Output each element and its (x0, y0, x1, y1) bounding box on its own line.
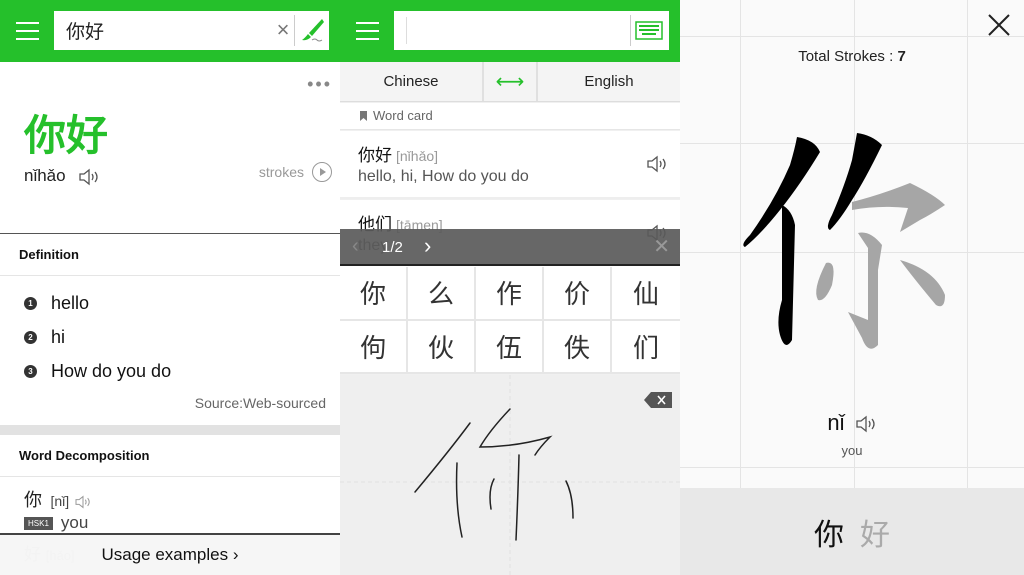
character-tabs: 你 好 (680, 488, 1024, 575)
divider (630, 15, 631, 46)
candidate-char[interactable]: 伍 (476, 320, 544, 374)
grid-line (680, 467, 1024, 468)
speaker-icon[interactable] (78, 168, 100, 186)
speaker-icon[interactable] (855, 415, 877, 433)
stroke-3 (852, 183, 945, 232)
page-counter: 1/2 (382, 239, 403, 256)
total-strokes-value: 7 (897, 48, 906, 65)
definition-text: hello (51, 292, 90, 313)
search-box (394, 11, 669, 50)
number-badge: 1 (24, 296, 37, 310)
top-bar (340, 0, 680, 62)
stroke-order-character (743, 133, 945, 349)
pinyin-row: nǐ (680, 410, 1024, 436)
stroke-1b (827, 133, 882, 230)
decomp-pinyin: [nǐ] (50, 493, 70, 509)
card-pinyin: [nǐhǎo] (396, 148, 439, 164)
previous-card-button[interactable]: ‹ (352, 235, 359, 258)
speaker-icon[interactable] (646, 155, 668, 173)
language-bar: Chinese ⟷ English (340, 62, 680, 102)
candidate-char[interactable]: 你 (340, 267, 408, 321)
keyboard-icon[interactable] (634, 17, 664, 44)
source-language-button[interactable]: Chinese (340, 62, 484, 101)
decomp-meaning: you (60, 513, 89, 532)
top-bar: × (0, 0, 340, 62)
search-input[interactable] (394, 11, 619, 50)
menu-icon[interactable] (356, 20, 380, 40)
decomposition-header: Word Decomposition (0, 435, 340, 477)
definition-list: 1 hello 2 hi 3 How do you do (24, 286, 171, 388)
pinyin: nǐhǎo (24, 166, 66, 185)
card-meaning: hello, hi, How do you do (358, 168, 529, 185)
swap-languages-icon[interactable]: ⟷ (484, 62, 538, 101)
play-icon (312, 162, 332, 182)
handwritten-strokes (414, 408, 574, 541)
character-tab[interactable]: 好 (860, 510, 890, 554)
definition-item: 3 How do you do (24, 354, 171, 388)
card-pager: ‹ 1/2 › ✕ (340, 229, 680, 266)
divider (294, 15, 295, 46)
dictionary-entry-panel: × ••• 你好 nǐhǎo strokes Definition 1 hello… (0, 0, 340, 575)
strokes-button[interactable]: strokes (259, 162, 332, 182)
total-strokes: Total Strokes : 7 (680, 48, 1024, 65)
headword: 你好 (24, 111, 109, 160)
definition-item: 1 hello (24, 286, 171, 320)
stroke-6 (900, 260, 945, 307)
next-card-button[interactable]: › (424, 233, 431, 259)
candidate-char[interactable]: 伙 (408, 320, 476, 374)
section-gap (0, 425, 340, 435)
candidate-char[interactable]: 么 (408, 267, 476, 321)
drawn-strokes (743, 133, 882, 345)
word-card[interactable]: 你好 [nǐhǎo] hello, hi, How do you do (340, 131, 680, 199)
handwriting-pad[interactable] (340, 375, 680, 575)
search-box: × (54, 11, 329, 50)
number-badge: 3 (24, 364, 37, 378)
more-options-icon[interactable]: ••• (307, 74, 332, 95)
definition-text: hi (51, 326, 66, 347)
source-label: Source:Web-sourced (194, 395, 326, 411)
candidate-char[interactable]: 们 (612, 321, 680, 374)
strokes-label: strokes (258, 164, 304, 180)
pinyin-row: nǐhǎo (24, 166, 100, 186)
bookmark-icon (360, 111, 367, 121)
hsk-badge: HSK1 (24, 517, 53, 531)
pinyin: nǐ (827, 410, 845, 435)
stroke-order-panel: Total Strokes : 7 nǐ you 你 好 (680, 0, 1024, 575)
stroke-4 (848, 232, 882, 349)
brush-icon[interactable] (300, 17, 326, 43)
stroke-1 (743, 137, 820, 247)
grid-line (680, 36, 1024, 37)
backspace-icon[interactable] (644, 392, 672, 408)
search-input[interactable] (54, 11, 269, 50)
word-card-label: Word card (373, 108, 433, 123)
candidate-char[interactable]: 佚 (544, 320, 612, 374)
candidate-char[interactable]: 仙 (612, 267, 680, 321)
handwriting-search-panel: Chinese ⟷ English Word card 你好 [nǐhǎo] he… (340, 0, 680, 575)
stroke-2 (778, 205, 795, 345)
decomposition-item[interactable]: 你 [nǐ] HSK1 you (24, 486, 92, 533)
definition-text: How do you do (51, 360, 172, 381)
speaker-icon[interactable] (74, 495, 92, 509)
stroke-5 (816, 262, 834, 301)
candidate-char[interactable]: 价 (544, 267, 612, 321)
candidate-char[interactable]: 佝 (340, 320, 408, 374)
candidate-grid: 你 么 作 价 仙 佝 伙 伍 佚 们 (340, 267, 680, 374)
decomp-char: 你 (24, 490, 42, 510)
close-pager-button[interactable]: ✕ (653, 234, 670, 259)
number-badge: 2 (24, 330, 37, 344)
menu-icon[interactable] (16, 20, 40, 40)
close-icon[interactable] (988, 14, 1010, 36)
target-language-button[interactable]: English (538, 62, 680, 101)
usage-examples-button[interactable]: Usage examples › (0, 533, 340, 575)
candidate-char[interactable]: 作 (476, 267, 544, 321)
total-strokes-label: Total Strokes : (798, 48, 898, 65)
clear-search-icon[interactable]: × (272, 19, 294, 41)
card-word: 你好 (358, 146, 392, 165)
word-card-header: Word card (340, 103, 680, 130)
definition-item: 2 hi (24, 320, 171, 354)
definition-header: Definition (0, 234, 340, 276)
meaning: you (841, 443, 863, 458)
character-tab-active[interactable]: 你 (814, 510, 844, 554)
